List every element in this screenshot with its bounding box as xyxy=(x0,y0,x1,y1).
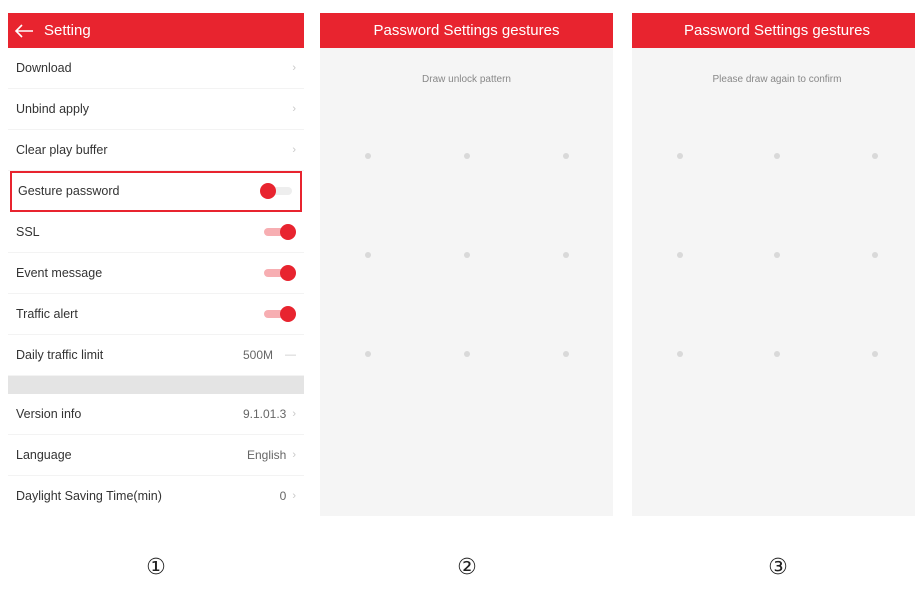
pattern-dot[interactable] xyxy=(677,351,683,357)
version-info-label: Version info xyxy=(16,407,82,421)
traffic-alert-label: Traffic alert xyxy=(16,307,78,321)
draw-pattern-hint: Draw unlock pattern xyxy=(422,74,511,85)
pattern-dot[interactable] xyxy=(774,252,780,258)
back-arrow-icon[interactable] xyxy=(14,21,36,41)
event-message-row: Event message xyxy=(8,253,304,294)
version-info-row[interactable]: Version info 9.1.01.3 › xyxy=(8,394,304,435)
pattern-dot[interactable] xyxy=(872,252,878,258)
pattern-dot[interactable] xyxy=(563,252,569,258)
event-message-toggle[interactable] xyxy=(262,265,296,281)
pattern-dot[interactable] xyxy=(464,351,470,357)
settings-screen: Setting Download › Unbind apply › Clear … xyxy=(8,13,304,516)
confirm-pattern-hint: Please draw again to confirm xyxy=(712,74,842,85)
confirm-pattern-screen: Password Settings gestures Please draw a… xyxy=(632,13,915,516)
traffic-alert-toggle[interactable] xyxy=(262,306,296,322)
draw-pattern-screen: Password Settings gestures Draw unlock p… xyxy=(320,13,613,516)
ssl-row: SSL xyxy=(8,212,304,253)
pattern-dot[interactable] xyxy=(365,252,371,258)
ssl-toggle[interactable] xyxy=(262,224,296,240)
pattern-dot[interactable] xyxy=(464,252,470,258)
section-divider xyxy=(8,376,304,394)
chevron-right-icon: › xyxy=(292,103,296,115)
unbind-apply-row[interactable]: Unbind apply › xyxy=(8,89,304,130)
pattern-dot[interactable] xyxy=(872,351,878,357)
draw-pattern-title: Password Settings gestures xyxy=(373,22,560,39)
pattern-dot[interactable] xyxy=(563,153,569,159)
chevron-right-icon: › xyxy=(292,144,296,156)
clear-play-buffer-label: Clear play buffer xyxy=(16,143,108,157)
traffic-alert-row: Traffic alert xyxy=(8,294,304,335)
language-label: Language xyxy=(16,448,72,462)
clear-play-buffer-row[interactable]: Clear play buffer › xyxy=(8,130,304,171)
version-info-value: 9.1.01.3 xyxy=(242,407,287,421)
download-row[interactable]: Download › xyxy=(8,48,304,89)
chevron-right-icon: › xyxy=(292,62,296,74)
pattern-dot[interactable] xyxy=(365,153,371,159)
daily-traffic-limit-label: Daily traffic limit xyxy=(16,348,104,362)
caption-3: ③ xyxy=(768,555,788,580)
daily-traffic-limit-value: 500M xyxy=(242,348,273,362)
event-message-label: Event message xyxy=(16,266,103,280)
daylight-saving-value: 0 xyxy=(279,489,287,503)
pattern-dot[interactable] xyxy=(872,153,878,159)
pattern-grid[interactable] xyxy=(320,123,613,363)
pattern-dot[interactable] xyxy=(464,153,470,159)
language-value: English xyxy=(246,448,287,462)
draw-pattern-app-bar: Password Settings gestures xyxy=(320,13,613,48)
settings-app-bar: Setting xyxy=(8,13,304,48)
pattern-dot[interactable] xyxy=(774,153,780,159)
language-row[interactable]: Language English › xyxy=(8,435,304,476)
settings-title: Setting xyxy=(44,22,91,39)
unbind-apply-label: Unbind apply xyxy=(16,102,89,116)
daylight-saving-row[interactable]: Daylight Saving Time(min) 0 › xyxy=(8,476,304,516)
download-label: Download xyxy=(16,61,72,75)
pattern-dot[interactable] xyxy=(774,351,780,357)
pattern-dot[interactable] xyxy=(677,153,683,159)
chevron-right-icon: › xyxy=(292,490,296,502)
ssl-label: SSL xyxy=(16,225,40,239)
pattern-dot[interactable] xyxy=(563,351,569,357)
chevron-right-icon: — xyxy=(285,349,296,361)
caption-2: ② xyxy=(457,555,477,580)
daylight-saving-label: Daylight Saving Time(min) xyxy=(16,489,162,503)
confirm-pattern-title: Password Settings gestures xyxy=(684,22,870,39)
pattern-dot[interactable] xyxy=(365,351,371,357)
gesture-password-row: Gesture password xyxy=(10,171,302,212)
gesture-password-label: Gesture password xyxy=(18,184,120,198)
caption-1: ① xyxy=(146,555,166,580)
gesture-password-toggle[interactable] xyxy=(260,183,294,199)
chevron-right-icon: › xyxy=(292,408,296,420)
pattern-dot[interactable] xyxy=(677,252,683,258)
confirm-pattern-app-bar: Password Settings gestures xyxy=(632,13,915,48)
chevron-right-icon: › xyxy=(292,449,296,461)
settings-list: Download › Unbind apply › Clear play buf… xyxy=(8,48,304,516)
daily-traffic-limit-row[interactable]: Daily traffic limit 500M — xyxy=(8,335,304,376)
pattern-grid[interactable] xyxy=(632,123,915,363)
